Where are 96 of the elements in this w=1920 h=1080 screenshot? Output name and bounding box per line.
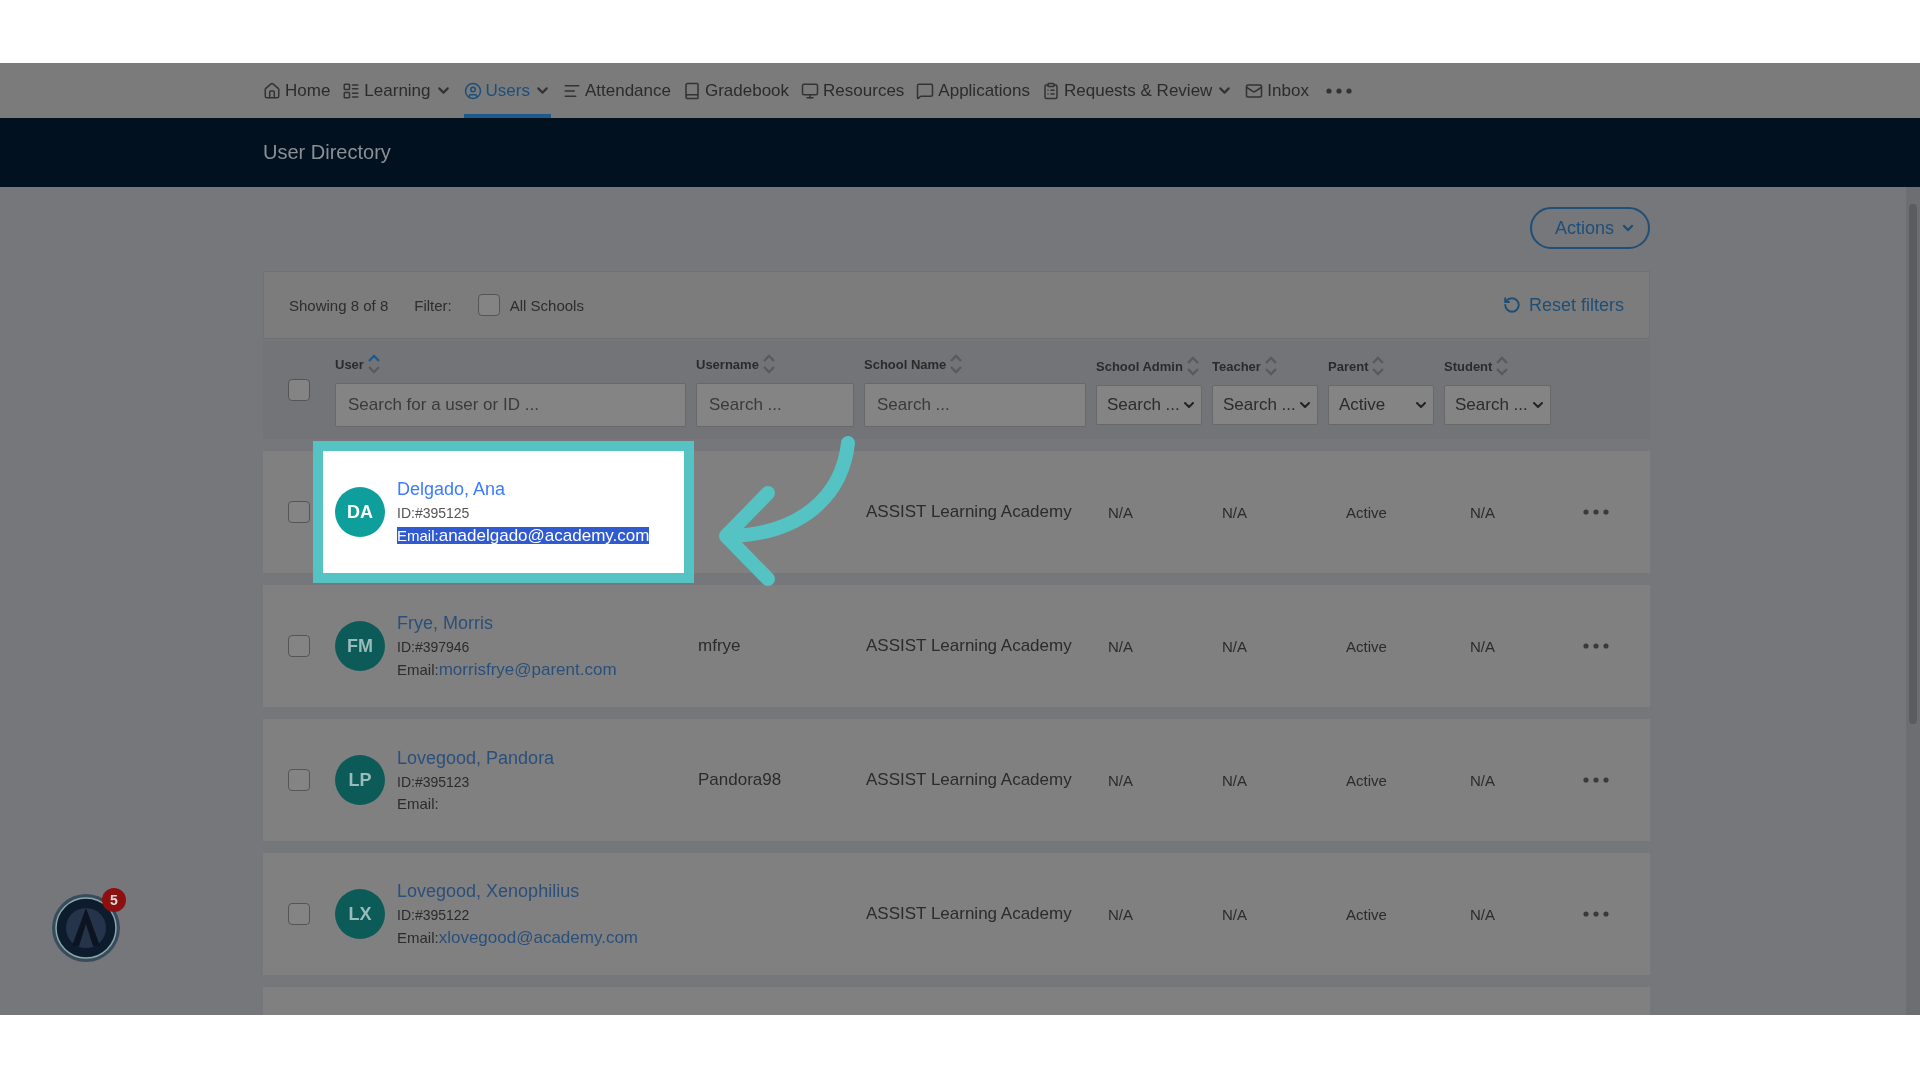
checkbox[interactable] [288, 769, 310, 791]
filter-label: Filter: [414, 296, 452, 314]
user-id: ID:#395125 [397, 504, 471, 521]
user-email: Email:xlovegood@academy.com [397, 927, 638, 948]
nav-icon [1042, 81, 1060, 100]
filter-select[interactable]: Search ... [1212, 385, 1318, 425]
more-icon[interactable] [1582, 642, 1610, 650]
avatar: LX [335, 889, 385, 939]
result-count: Showing 8 of 8 [289, 296, 389, 314]
sort-icon[interactable] [1263, 355, 1278, 377]
nav-icon [682, 81, 701, 100]
nav-icon [263, 81, 281, 100]
checkbox-label: All Schools [509, 296, 584, 314]
table-cell: ASSIST Learning Academy [866, 502, 1072, 522]
scrollbar[interactable] [1906, 187, 1920, 1015]
user-name-link[interactable]: Delgado, Ana [397, 478, 650, 500]
search-field[interactable]: Search ... [696, 383, 854, 427]
table-cell: N/A [1222, 637, 1247, 655]
column-header: Username [696, 356, 759, 372]
more-icon[interactable] [1324, 86, 1353, 95]
table-cell: N/A [1470, 637, 1495, 655]
user-name-link[interactable]: Lovegood, Xenophilius [397, 880, 638, 902]
table-cell: N/A [1108, 905, 1133, 923]
user-id: ID:#397946 [397, 638, 471, 655]
filter-select[interactable]: Search ... [1096, 385, 1202, 425]
checkbox[interactable] [288, 379, 310, 401]
sort-icon[interactable] [1185, 355, 1200, 377]
filter-select[interactable]: Search ... [1444, 385, 1551, 425]
table-cell: N/A [1470, 771, 1495, 789]
column-header: Teacher [1212, 358, 1261, 374]
nav-tab[interactable]: Home [263, 63, 331, 118]
column-header: Student [1444, 358, 1493, 374]
nav-icon [801, 81, 820, 100]
checkbox[interactable] [477, 294, 500, 316]
sort-icon[interactable] [761, 353, 776, 375]
user-id: ID:#395122 [397, 906, 471, 923]
table-cell: Active [1346, 905, 1387, 923]
user-name-link[interactable]: Lovegood, Pandora [397, 748, 555, 769]
nav-tab[interactable]: Inbox [1245, 63, 1309, 118]
checkbox[interactable] [288, 635, 310, 657]
more-icon[interactable] [1582, 776, 1610, 784]
user-email: Email: [397, 795, 440, 812]
nav-icon [1245, 81, 1264, 100]
filter-select[interactable]: Active [1328, 385, 1434, 425]
table-cell: N/A [1222, 503, 1247, 521]
table-cell: N/A [1108, 771, 1133, 789]
nav-icon [342, 81, 361, 100]
reset-icon [1502, 296, 1521, 314]
more-icon[interactable] [1582, 910, 1610, 918]
actions-button[interactable]: Actions [1530, 207, 1650, 249]
table-cell: ASSIST Learning Academy [866, 636, 1072, 656]
nav-icon [916, 81, 935, 100]
nav-tab[interactable]: Gradebook [682, 63, 790, 118]
table-cell: N/A [1222, 905, 1247, 923]
sort-icon[interactable] [366, 353, 381, 375]
nav-tab[interactable]: Resources [801, 63, 905, 118]
checkbox[interactable] [288, 501, 310, 523]
search-field[interactable]: Search ... [864, 383, 1086, 427]
column-header: School Admin [1096, 358, 1183, 374]
avatar: DA [335, 487, 385, 537]
user-email: Email:morrisfrye@parent.com [397, 659, 617, 680]
table-cell: N/A [1108, 637, 1133, 655]
table-cell: N/A [1470, 503, 1495, 521]
search-field[interactable]: Search for a user or ID ... [335, 383, 686, 427]
nav-tab[interactable]: Attendance [562, 63, 671, 118]
table-cell: Active [1346, 503, 1387, 521]
sort-icon[interactable] [1371, 355, 1386, 377]
page-title: User Directory [263, 141, 391, 164]
table-cell: ASSIST Learning Academy [866, 904, 1072, 924]
table-cell: N/A [1470, 905, 1495, 923]
table-cell: Pandora98 [698, 770, 782, 790]
checkbox[interactable] [288, 903, 310, 925]
table-cell: N/A [1108, 503, 1133, 521]
column-header: User [335, 356, 364, 372]
user-name-link[interactable]: Frye, Morris [397, 612, 617, 634]
nav-tab[interactable]: Applications [916, 63, 1030, 118]
table-cell: ASSIST Learning Academy [866, 770, 1072, 790]
nav-tab[interactable]: Requests & Review [1042, 63, 1234, 118]
app-logo-icon[interactable] [50, 892, 122, 964]
sort-icon[interactable] [1495, 355, 1510, 377]
avatar: FM [335, 621, 385, 671]
nav-tab[interactable]: Learning [342, 63, 452, 118]
user-email: Email:anadelgado@academy.com [397, 525, 650, 546]
table-cell: Active [1346, 637, 1387, 655]
sort-icon[interactable] [949, 353, 964, 375]
table-cell: Active [1346, 771, 1387, 789]
column-header: Parent [1328, 358, 1369, 374]
table-cell: N/A [1222, 771, 1247, 789]
notification-badge: 5 [102, 888, 126, 912]
column-header: School Name [864, 356, 947, 372]
table-cell: mfrye [698, 636, 741, 656]
more-icon[interactable] [1582, 508, 1610, 516]
user-id: ID:#395123 [397, 774, 471, 790]
reset-filters-link[interactable]: Reset filters [1502, 294, 1624, 316]
nav-icon [463, 81, 482, 100]
avatar: LP [335, 755, 385, 805]
